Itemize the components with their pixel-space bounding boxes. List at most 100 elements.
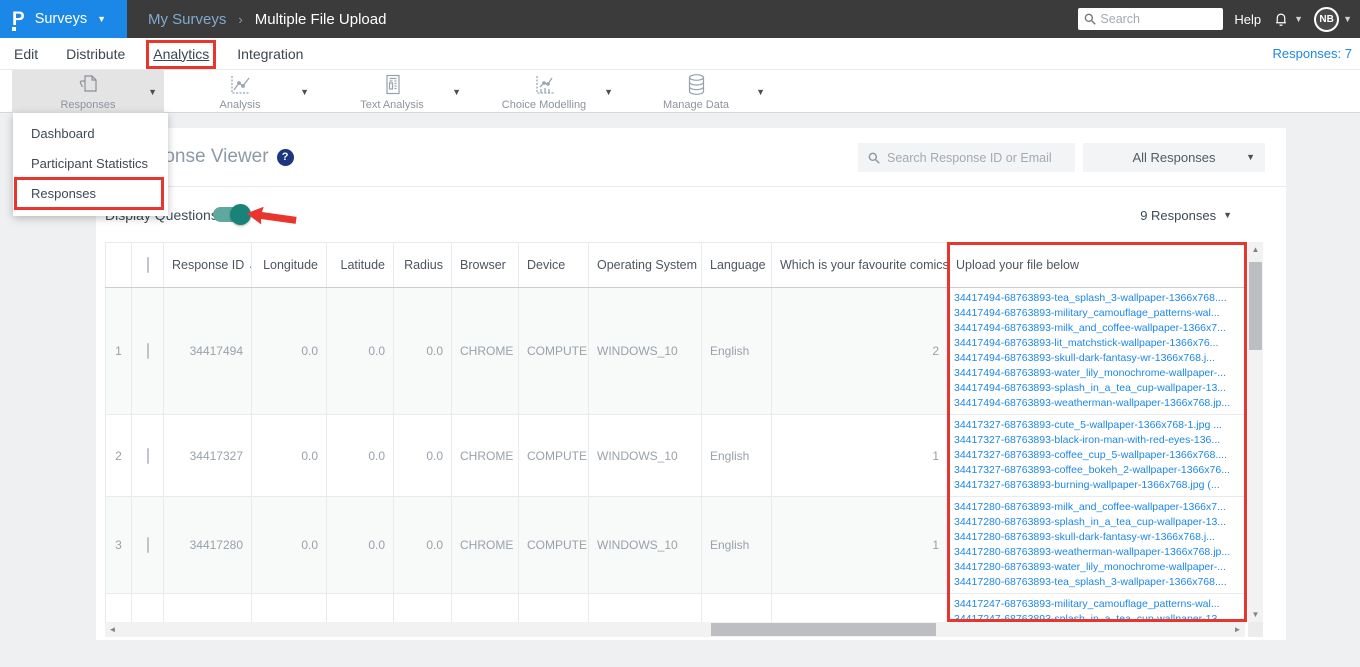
row-checkbox[interactable] [146,537,149,553]
chevron-down-icon: ▼ [1246,152,1255,162]
toolbar-responses[interactable]: Responses ▼ [12,70,164,113]
uploaded-files-cell: 34417280-68763893-milk_and_coffee-wallpa… [947,496,1245,594]
os-cell: WINDOWS_10 [588,287,702,415]
column-header-response_id[interactable]: Response ID▲ [163,242,252,288]
file-link[interactable]: 34417327-68763893-black-iron-man-with-re… [954,433,1239,448]
select-all-checkbox[interactable] [146,257,149,273]
scroll-up-icon[interactable]: ▲ [1248,245,1263,254]
latitude-cell: 0.0 [326,414,394,497]
menu-item-responses[interactable]: Responses [13,177,168,210]
chevron-down-icon: ▼ [1294,13,1304,24]
file-link[interactable]: 34417494-68763893-skull-dark-fantasy-wr-… [954,351,1239,366]
file-link[interactable]: 34417280-68763893-milk_and_coffee-wallpa… [954,500,1239,515]
file-link[interactable]: 34417280-68763893-tea_splash_3-wallpaper… [954,575,1239,590]
comics-answer-cell: 1 [771,496,948,594]
notifications-button[interactable]: ▼ [1272,10,1303,28]
help-link[interactable]: Help [1234,12,1261,27]
radius-cell: 0.0 [393,414,452,497]
display-questions-toggle[interactable] [213,204,251,225]
column-header-os[interactable]: Operating System [588,242,702,288]
analysis-icon [228,72,253,97]
responses-icon [76,72,101,97]
nav-item-distribute[interactable]: Distribute [66,44,125,64]
column-header-radius[interactable]: Radius [393,242,452,288]
browser-cell [451,593,519,622]
column-header-files[interactable]: Upload your file below [947,242,1245,288]
choice-modelling-icon [532,72,557,97]
column-header-comics[interactable]: Which is your favourite comics? [771,242,948,288]
file-link[interactable]: 34417280-68763893-splash_in_a_tea_cup-wa… [954,515,1239,530]
file-link[interactable]: 34417327-68763893-coffee_bokeh_2-wallpap… [954,463,1239,478]
response-filter-select[interactable]: All Responses ▼ [1083,143,1265,172]
file-link[interactable]: 34417280-68763893-skull-dark-fantasy-wr-… [954,530,1239,545]
column-header-language[interactable]: Language [701,242,772,288]
uploaded-files-cell: 34417494-68763893-tea_splash_3-wallpaper… [947,287,1245,415]
menu-item-participant-statistics[interactable]: Participant Statistics [13,148,168,178]
row-number-cell [105,593,132,622]
os-cell [588,593,702,622]
file-link[interactable]: 34417247-68763893-splash_in_a_tea_cup-wa… [954,612,1239,622]
response-id-cell: 34417327 [163,414,252,497]
toolbar-analysis[interactable]: Analysis ▼ [164,70,316,113]
column-header-longitude[interactable]: Longitude [251,242,327,288]
scroll-right-icon[interactable]: ► [1230,625,1245,634]
file-link[interactable]: 34417327-68763893-coffee_cup_5-wallpaper… [954,448,1239,463]
column-header-browser[interactable]: Browser [451,242,519,288]
row-checkbox[interactable] [146,343,149,359]
survey-nav: Edit Distribute Analytics Integration Re… [0,38,1360,70]
breadcrumb-separator: › [238,11,243,27]
nav-item-integration[interactable]: Integration [237,44,303,64]
vertical-scrollbar-thumb[interactable] [1249,262,1262,350]
file-link[interactable]: 34417280-68763893-weatherman-wallpaper-1… [954,545,1239,560]
file-link[interactable]: 34417494-68763893-water_lily_monochrome-… [954,366,1239,381]
file-link[interactable]: 34417494-68763893-tea_splash_3-wallpaper… [954,291,1239,306]
column-header-num[interactable] [105,242,132,288]
latitude-cell: 0.0 [326,287,394,415]
scroll-left-icon[interactable]: ◄ [105,625,120,634]
row-select-cell [131,496,164,594]
file-link[interactable]: 34417247-68763893-military_camouflage_pa… [954,597,1239,612]
radius-cell [393,593,452,622]
file-link[interactable]: 34417280-68763893-water_lily_monochrome-… [954,560,1239,575]
scroll-down-icon[interactable]: ▼ [1248,610,1263,619]
row-number-cell: 1 [105,287,132,415]
os-cell: WINDOWS_10 [588,414,702,497]
global-search-input[interactable] [1078,8,1224,30]
toolbar-choice-modelling[interactable]: Choice Modelling ▼ [468,70,620,113]
responses-count-dropdown[interactable]: 9 Responses ▼ [1140,208,1232,223]
breadcrumb-my-surveys[interactable]: My Surveys [148,11,226,28]
radius-cell: 0.0 [393,496,452,594]
horizontal-scrollbar-thumb[interactable] [711,623,936,636]
menu-item-dashboard[interactable]: Dashboard [13,118,168,148]
file-link[interactable]: 34417327-68763893-burning-wallpaper-1366… [954,478,1239,493]
language-cell: English [701,496,772,594]
horizontal-scrollbar[interactable]: ◄ ► [105,622,1245,637]
chevron-down-icon: ▼ [148,87,157,97]
responses-count[interactable]: Responses: 7 [1273,46,1353,61]
vertical-scrollbar[interactable]: ▲ ▼ [1248,242,1263,622]
response-id-cell: 34417494 [163,287,252,415]
file-link[interactable]: 34417494-68763893-military_camouflage_pa… [954,306,1239,321]
file-link[interactable]: 34417494-68763893-lit_matchstick-wallpap… [954,336,1239,351]
column-header-device[interactable]: Device [518,242,589,288]
device-cell [518,593,589,622]
response-search-input[interactable] [887,150,1075,165]
nav-item-edit[interactable]: Edit [14,44,38,64]
account-menu[interactable]: NB ▼ [1314,6,1352,32]
file-link[interactable]: 34417327-68763893-cute_5-wallpaper-1366x… [954,418,1239,433]
analytics-toolbar: Responses ▼ Analysis ▼ Text Analysis ▼ C… [0,70,1360,113]
nav-item-analytics[interactable]: Analytics [146,39,217,69]
chevron-down-icon: ▼ [97,13,106,24]
row-checkbox[interactable] [146,447,149,464]
help-icon[interactable]: ? [276,148,294,166]
column-header-latitude[interactable]: Latitude [326,242,394,288]
uploaded-file-list: 34417494-68763893-tea_splash_3-wallpaper… [954,291,1239,411]
file-link[interactable]: 34417494-68763893-milk_and_coffee-wallpa… [954,321,1239,336]
uploaded-files-cell: 34417327-68763893-cute_5-wallpaper-1366x… [947,414,1245,497]
file-link[interactable]: 34417494-68763893-weatherman-wallpaper-1… [954,396,1239,411]
surveys-app-menu[interactable]: P Surveys ▼ [0,0,127,38]
top-bar: P Surveys ▼ My Surveys › Multiple File U… [0,0,1360,38]
toolbar-manage-data[interactable]: Manage Data ▼ [620,70,772,113]
toolbar-text-analysis[interactable]: Text Analysis ▼ [316,70,468,113]
file-link[interactable]: 34417494-68763893-splash_in_a_tea_cup-wa… [954,381,1239,396]
